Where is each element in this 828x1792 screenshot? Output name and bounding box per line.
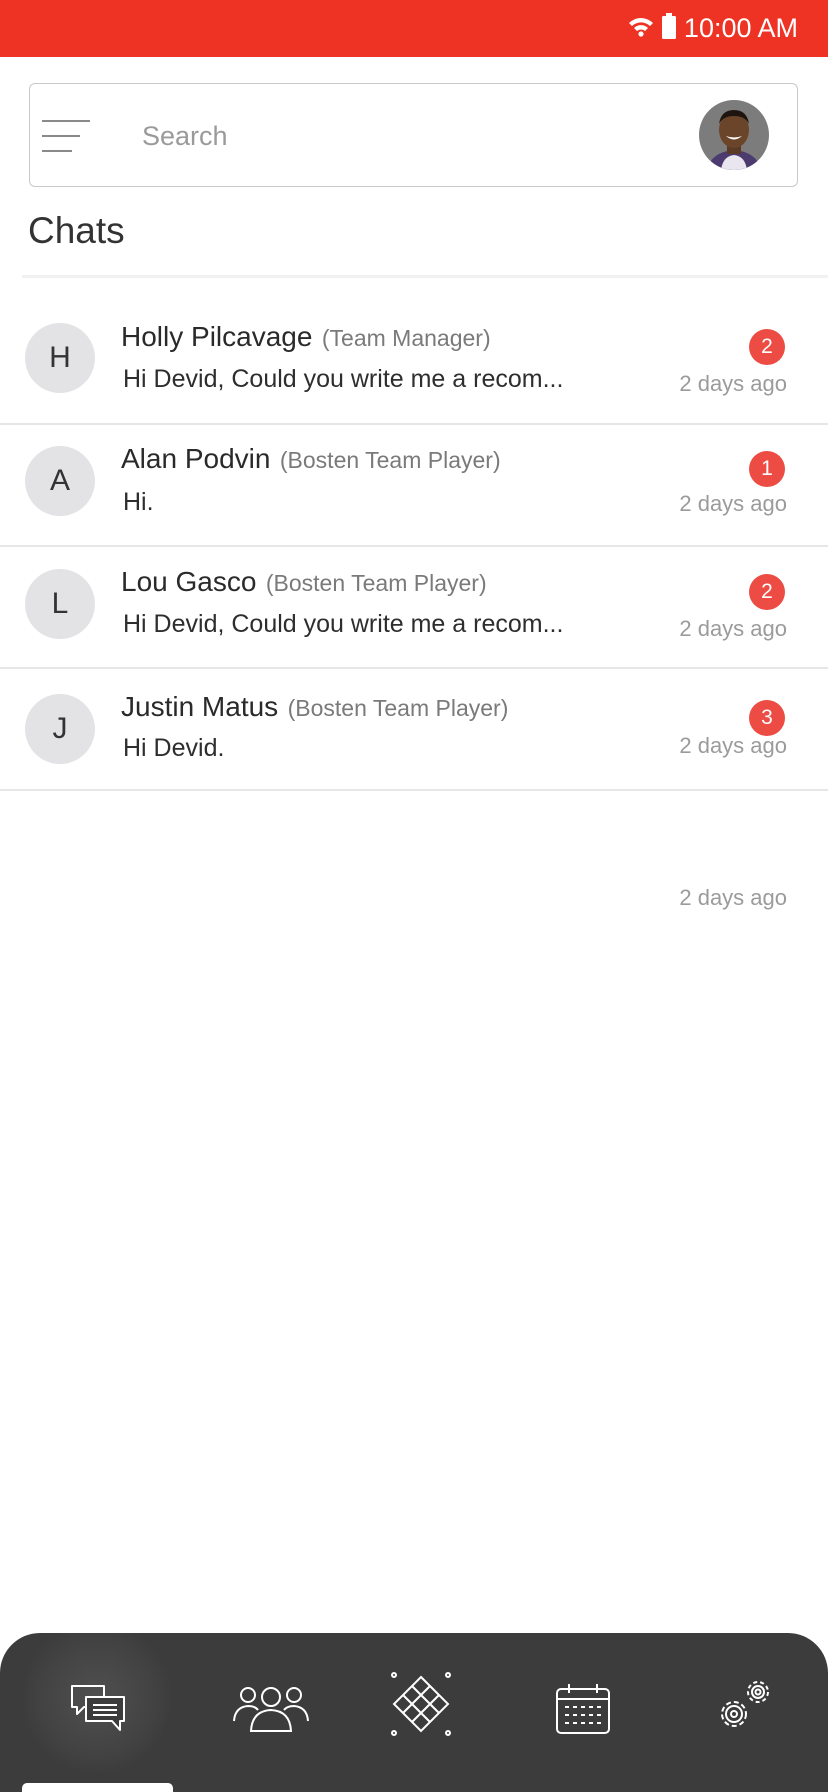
nav-calendar-button[interactable]: [528, 1633, 638, 1792]
court-icon: [388, 1672, 454, 1742]
contact-name: Lou Gasco: [121, 566, 257, 597]
user-profile-avatar[interactable]: [699, 100, 769, 170]
status-time: 10:00 AM: [683, 13, 798, 43]
contact-name: Alan Podvin: [121, 443, 271, 474]
chat-title: Lou Gasco (Bosten Team Player): [121, 566, 487, 598]
status-bar: 10:00 AM: [0, 0, 828, 57]
settings-icon: [715, 1681, 773, 1738]
nav-chats-button[interactable]: [43, 1633, 153, 1792]
team-icon: [232, 1683, 310, 1738]
chat-list-item[interactable]: H Holly Pilcavage (Team Manager) Hi Devi…: [0, 303, 828, 425]
search-input[interactable]: [142, 112, 622, 160]
calendar-icon: [555, 1683, 611, 1740]
message-timestamp: 2 days ago: [679, 616, 787, 641]
contact-role: (Bosten Team Player): [265, 570, 487, 596]
title-divider: [22, 275, 828, 278]
message-timestamp: 2 days ago: [679, 733, 787, 758]
contact-avatar: J: [25, 694, 95, 764]
message-preview: Hi.: [123, 488, 154, 516]
status-indicators: 10:00 AM: [628, 0, 798, 57]
contact-avatar: H: [25, 323, 95, 393]
search-bar: [29, 83, 798, 187]
message-timestamp: 2 days ago: [679, 491, 787, 516]
battery-icon: [661, 13, 676, 44]
hamburger-menu-icon[interactable]: [42, 117, 90, 157]
message-timestamp: 2 days ago: [679, 885, 787, 910]
contact-avatar: A: [25, 446, 95, 516]
contact-role: (Team Manager): [321, 325, 491, 351]
unread-count-badge: 1: [749, 451, 785, 487]
page-title: Chats: [28, 210, 125, 251]
chat-icon: [70, 1683, 126, 1740]
bottom-navigation: [0, 1633, 828, 1792]
nav-team-button[interactable]: [216, 1633, 326, 1792]
message-preview: Hi Devid, Could you write me a recom...: [123, 365, 564, 393]
home-indicator: [22, 1783, 173, 1792]
unread-count-badge: 3: [749, 700, 785, 736]
contact-name: Holly Pilcavage: [121, 321, 313, 352]
unread-count-badge: 2: [749, 574, 785, 610]
contact-role: (Bosten Team Player): [279, 447, 501, 473]
chat-list-item[interactable]: L Lou Gasco (Bosten Team Player) Hi Devi…: [0, 547, 828, 669]
contact-avatar: L: [25, 569, 95, 639]
chat-title: Justin Matus (Bosten Team Player): [121, 691, 508, 723]
message-preview: Hi Devid, Could you write me a recom...: [123, 610, 564, 638]
contact-name: Justin Matus: [121, 691, 279, 722]
chat-title: Holly Pilcavage (Team Manager): [121, 321, 491, 353]
message-preview: Hi Devid.: [123, 734, 225, 762]
message-timestamp: 2 days ago: [679, 371, 787, 396]
chat-title: Alan Podvin (Bosten Team Player): [121, 443, 501, 475]
unread-count-badge: 2: [749, 329, 785, 365]
contact-role: (Bosten Team Player): [287, 695, 509, 721]
nav-settings-button[interactable]: [689, 1633, 799, 1792]
chat-list-item[interactable]: A Alan Podvin (Bosten Team Player) Hi. 1…: [0, 425, 828, 547]
wifi-icon: [628, 15, 654, 42]
nav-court-button[interactable]: [366, 1633, 476, 1792]
chat-list-item[interactable]: J Justin Matus (Bosten Team Player) Hi D…: [0, 669, 828, 791]
